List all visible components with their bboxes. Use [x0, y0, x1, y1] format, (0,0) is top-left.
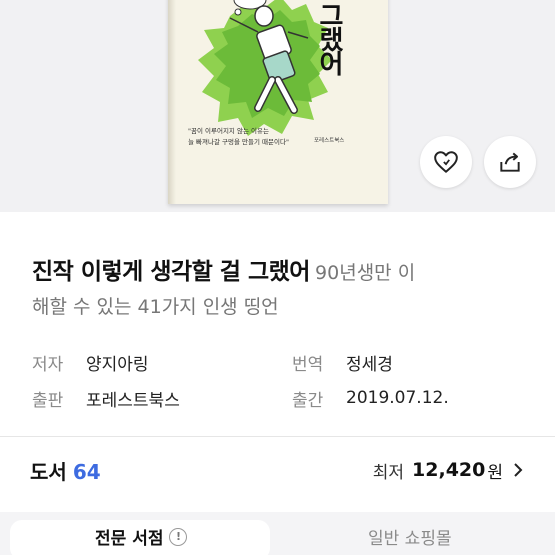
translator-row: 번역 정세경	[292, 344, 449, 380]
tab-general-label: 일반 쇼핑몰	[368, 529, 452, 549]
author-label: 저자	[32, 354, 64, 375]
book-title-block: 진작 이렇게 생각할 걸 그랬어 90년생만 이 해할 수 있는 41가지 인생…	[32, 252, 527, 322]
publisher-label: 출판	[32, 390, 64, 411]
share-button[interactable]	[484, 136, 536, 188]
cover-illustration	[198, 0, 332, 136]
meta-right: 번역 정세경 출간 2019.07.12.	[292, 344, 449, 416]
date-row: 출간 2019.07.12.	[292, 380, 449, 416]
translator-label: 번역	[292, 354, 324, 375]
publish-date: 2019.07.12.	[346, 388, 449, 408]
book-title: 진작 이렇게 생각할 걸 그랬어	[32, 259, 310, 285]
chevron-right-icon	[514, 463, 523, 477]
tab-general-mall[interactable]: 일반 쇼핑몰	[368, 524, 452, 549]
seller-count: 64	[72, 459, 101, 484]
meta-left: 저자 양지아링 출판 포레스트북스	[32, 344, 180, 416]
author-name[interactable]: 양지아링	[86, 350, 149, 375]
publisher-row: 출판 포레스트북스	[32, 380, 180, 416]
lowest-price-value: 12,420	[412, 459, 486, 481]
cover-publisher-mark: 포레스트북스	[314, 138, 345, 144]
tab-specialist-label: 전문 서점	[95, 529, 164, 549]
category-count: 도서 64	[30, 456, 101, 485]
heart-icon	[434, 151, 458, 173]
category-label: 도서	[30, 459, 67, 484]
price-summary: 도서 64 최저 12,420 원	[30, 455, 525, 485]
cover-title: 그랬어	[314, 2, 344, 74]
section-divider	[0, 436, 555, 437]
author-row: 저자 양지아링	[32, 344, 180, 380]
tab-specialist-bookstore[interactable]: 전문 서점 !	[95, 524, 188, 549]
like-button[interactable]	[420, 136, 472, 188]
currency-label: 원	[487, 462, 503, 483]
book-cover-area: 그랬어 "꿈이 이루어지지 않는 이유는 늘 빠져나갈 구멍을 만들기 때문이다…	[0, 0, 555, 212]
book-subtitle-cont: 해할 수 있는 41가지 인생 띵언	[32, 296, 279, 318]
lowest-price-link[interactable]: 최저 12,420 원	[373, 458, 525, 483]
lowest-price-label: 최저	[372, 462, 405, 483]
share-icon	[500, 152, 520, 172]
publisher-name[interactable]: 포레스트북스	[86, 386, 180, 411]
translator-name[interactable]: 정세경	[346, 350, 393, 375]
info-icon[interactable]: !	[169, 527, 188, 546]
book-subtitle: 90년생만 이	[315, 262, 416, 284]
date-label: 출간	[292, 390, 324, 411]
book-cover-image[interactable]: 그랬어 "꿈이 이루어지지 않는 이유는 늘 빠져나갈 구멍을 만들기 때문이다…	[168, 0, 388, 204]
